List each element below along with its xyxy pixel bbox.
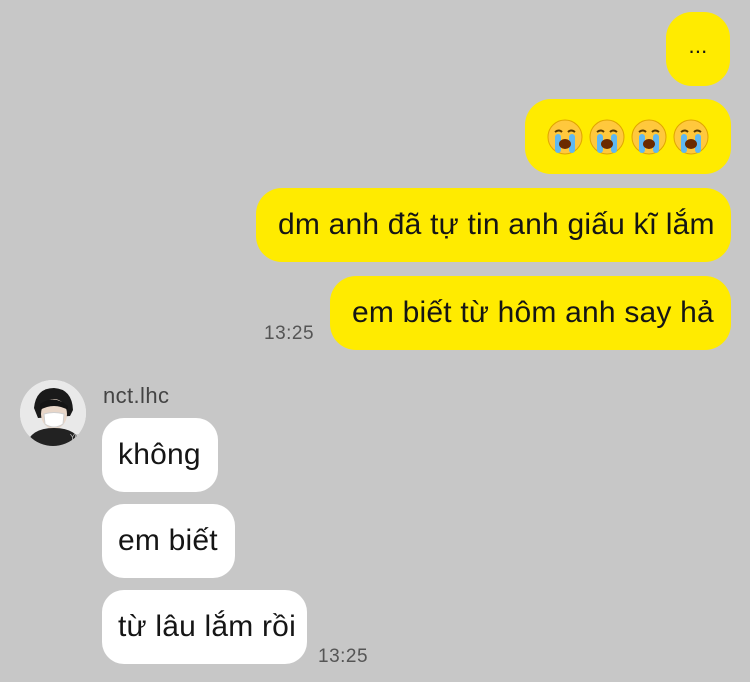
- loudly-crying-face-icon: [589, 119, 625, 155]
- message-text: từ lâu lắm rồi: [118, 610, 296, 643]
- incoming-message[interactable]: em biết: [102, 504, 235, 578]
- outgoing-message-ellipsis[interactable]: ...: [666, 12, 730, 86]
- incoming-message[interactable]: từ lâu lắm rồi: [102, 590, 307, 664]
- svg-text:YC: YC: [69, 433, 80, 442]
- loudly-crying-face-icon: [673, 119, 709, 155]
- message-text: em biết: [118, 524, 218, 557]
- sender-avatar[interactable]: YC: [20, 380, 86, 446]
- sender-name: nct.lhc: [103, 383, 170, 408]
- outgoing-message[interactable]: dm anh đã tự tin anh giấu kĩ lắm: [256, 188, 731, 262]
- message-timestamp: 13:25: [264, 323, 315, 344]
- incoming-message[interactable]: không: [102, 418, 218, 492]
- message-text: ...: [688, 33, 708, 58]
- loudly-crying-face-icon: [631, 119, 667, 155]
- message-text: không: [118, 438, 201, 471]
- message-timestamp: 13:25: [318, 646, 369, 667]
- outgoing-message-emojis[interactable]: [525, 99, 731, 174]
- loudly-crying-face-icon: [547, 119, 583, 155]
- profile-photo-icon: YC: [20, 380, 86, 446]
- outgoing-message[interactable]: em biết từ hôm anh say hả: [330, 276, 731, 350]
- message-text: dm anh đã tự tin anh giấu kĩ lắm: [278, 208, 715, 241]
- message-text: em biết từ hôm anh say hả: [352, 296, 714, 329]
